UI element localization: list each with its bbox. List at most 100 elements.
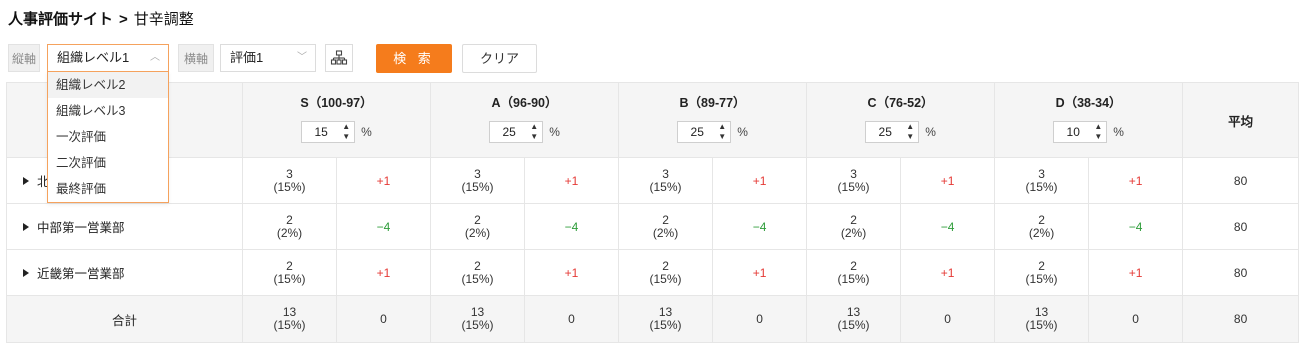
search-button[interactable]: 検 索 bbox=[376, 44, 452, 73]
diff-cell: +1 bbox=[335, 249, 432, 296]
diff-cell: −4 bbox=[1088, 203, 1184, 250]
vertical-axis-select[interactable]: 組織レベル1 ︿ bbox=[47, 44, 169, 72]
horizontal-axis-label: 横軸 bbox=[178, 44, 214, 72]
stepper-arrows-icon[interactable]: ▲ ▼ bbox=[1094, 122, 1102, 142]
count-cell: 2 (15%) bbox=[806, 249, 902, 296]
diff-cell: 0 bbox=[1088, 295, 1184, 343]
diff-cell: +1 bbox=[712, 157, 808, 204]
percent-value: 15 bbox=[314, 124, 328, 139]
percent-value: 25 bbox=[690, 124, 704, 139]
department-name: 近畿第一営業部 bbox=[37, 267, 125, 281]
count-cell: 2 (2%) bbox=[242, 203, 337, 250]
diff-cell: −4 bbox=[900, 203, 996, 250]
average-cell: 80 bbox=[1182, 249, 1300, 296]
percent-value: 10 bbox=[1066, 124, 1080, 139]
expand-triangle-icon[interactable] bbox=[23, 177, 29, 185]
grade-header: A（96-90） 25 ▲ ▼ % bbox=[430, 82, 620, 158]
count-cell: 2 (2%) bbox=[430, 203, 526, 250]
horizontal-axis-select[interactable]: 評価1 ﹀ bbox=[220, 44, 316, 72]
count-cell: 2 (2%) bbox=[806, 203, 902, 250]
diff-cell: +1 bbox=[900, 249, 996, 296]
stepper-arrows-icon[interactable]: ▲ ▼ bbox=[530, 122, 538, 142]
count-cell: 3 (15%) bbox=[430, 157, 526, 204]
hierarchy-icon bbox=[330, 50, 348, 65]
percent-stepper[interactable]: 10 ▲ ▼ bbox=[1053, 120, 1108, 143]
grade-title: B（89-77） bbox=[679, 95, 746, 110]
grade-header: B（89-77） 25 ▲ ▼ % bbox=[618, 82, 808, 158]
grade-title: C（76-52） bbox=[867, 95, 934, 110]
diff-cell: +1 bbox=[1088, 157, 1184, 204]
dropdown-option[interactable]: 二次評価 bbox=[48, 150, 168, 176]
count-cell: 3 (15%) bbox=[242, 157, 337, 204]
diff-cell: +1 bbox=[900, 157, 996, 204]
dropdown-option[interactable]: 最終評価 bbox=[48, 176, 168, 202]
count-cell: 13 (15%) bbox=[242, 295, 337, 343]
count-cell: 13 (15%) bbox=[430, 295, 526, 343]
department-cell[interactable]: 中部第一営業部 bbox=[6, 203, 243, 250]
stepper-arrows-icon[interactable]: ▲ ▼ bbox=[718, 122, 726, 142]
percent-value: 25 bbox=[502, 124, 516, 139]
diff-cell: 0 bbox=[712, 295, 808, 343]
table-row: 北 3 (15%) +1 3 (15%) +1 3 (15%) +1 3 (15%) +… bbox=[6, 157, 1300, 204]
grade-header: C（76-52） 25 ▲ ▼ % bbox=[806, 82, 996, 158]
vertical-axis-label: 縦軸 bbox=[8, 44, 40, 72]
diff-cell: −4 bbox=[524, 203, 620, 250]
count-cell: 2 (15%) bbox=[618, 249, 714, 296]
percent-value: 25 bbox=[878, 124, 892, 139]
adjustment-table: S（100-97） 15 ▲ ▼ % A（96-90） 25 ▲ ▼ % B（89-77… bbox=[6, 82, 1300, 343]
breadcrumb-separator: > bbox=[119, 11, 128, 28]
percent-stepper[interactable]: 25 ▲ ▼ bbox=[489, 120, 544, 143]
percent-stepper[interactable]: 25 ▲ ▼ bbox=[865, 120, 920, 143]
department-name: 中部第一営業部 bbox=[37, 221, 125, 235]
dropdown-option[interactable]: 組織レベル3 bbox=[48, 98, 168, 124]
expand-triangle-icon[interactable] bbox=[23, 269, 29, 277]
percent-sign: % bbox=[925, 124, 936, 139]
breadcrumb-current: 甘辛調整 bbox=[133, 11, 194, 28]
diff-cell: +1 bbox=[712, 249, 808, 296]
vertical-axis-dropdown: 組織レベル2 組織レベル3 一次評価 二次評価 最終評価 bbox=[47, 71, 169, 203]
grade-title: D（38-34） bbox=[1055, 95, 1122, 110]
hierarchy-button[interactable] bbox=[325, 44, 353, 72]
count-cell: 13 (15%) bbox=[806, 295, 902, 343]
diff-cell: +1 bbox=[524, 157, 620, 204]
total-label: 合計 bbox=[6, 295, 243, 343]
breadcrumb-root[interactable]: 人事評価サイト bbox=[8, 11, 113, 28]
breadcrumb: 人事評価サイト > 甘辛調整 bbox=[8, 8, 194, 29]
diff-cell: +1 bbox=[335, 157, 432, 204]
grade-title: A（96-90） bbox=[491, 95, 558, 110]
average-cell: 80 bbox=[1182, 295, 1300, 343]
count-cell: 3 (15%) bbox=[994, 157, 1090, 204]
expand-triangle-icon[interactable] bbox=[23, 223, 29, 231]
percent-sign: % bbox=[549, 124, 560, 139]
diff-cell: +1 bbox=[1088, 249, 1184, 296]
percent-sign: % bbox=[737, 124, 748, 139]
diff-cell: 0 bbox=[335, 295, 432, 343]
percent-sign: % bbox=[361, 124, 372, 139]
count-cell: 3 (15%) bbox=[806, 157, 902, 204]
diff-cell: −4 bbox=[335, 203, 432, 250]
count-cell: 2 (15%) bbox=[994, 249, 1090, 296]
percent-stepper[interactable]: 25 ▲ ▼ bbox=[677, 120, 732, 143]
diff-cell: 0 bbox=[900, 295, 996, 343]
stepper-arrows-icon[interactable]: ▲ ▼ bbox=[906, 122, 914, 142]
dropdown-option[interactable]: 一次評価 bbox=[48, 124, 168, 150]
count-cell: 13 (15%) bbox=[994, 295, 1090, 343]
count-cell: 2 (2%) bbox=[994, 203, 1090, 250]
dropdown-option[interactable]: 組織レベル2 bbox=[48, 72, 168, 98]
table-row: 近畿第一営業部 2 (15%) +1 2 (15%) +1 2 (15%) +1 2(… bbox=[6, 249, 1300, 296]
grade-header: D（38-34） 10 ▲ ▼ % bbox=[994, 82, 1184, 158]
grade-title: S（100-97） bbox=[300, 95, 373, 110]
average-header: 平均 bbox=[1182, 82, 1300, 158]
vertical-axis-value: 組織レベル1 bbox=[57, 50, 130, 65]
table-row: 中部第一営業部 2 (2%) −4 2 (2%) −4 2 (2%) −4 2 (2%)… bbox=[6, 203, 1300, 250]
count-cell: 3 (15%) bbox=[618, 157, 714, 204]
department-cell[interactable]: 近畿第一営業部 bbox=[6, 249, 243, 296]
percent-stepper[interactable]: 15 ▲ ▼ bbox=[301, 120, 356, 143]
clear-button[interactable]: クリア bbox=[462, 44, 537, 73]
count-cell: 2 (15%) bbox=[430, 249, 526, 296]
count-cell: 13 (15%) bbox=[618, 295, 714, 343]
average-cell: 80 bbox=[1182, 157, 1300, 204]
count-cell: 2 (2%) bbox=[618, 203, 714, 250]
stepper-arrows-icon[interactable]: ▲ ▼ bbox=[342, 122, 350, 142]
average-cell: 80 bbox=[1182, 203, 1300, 250]
